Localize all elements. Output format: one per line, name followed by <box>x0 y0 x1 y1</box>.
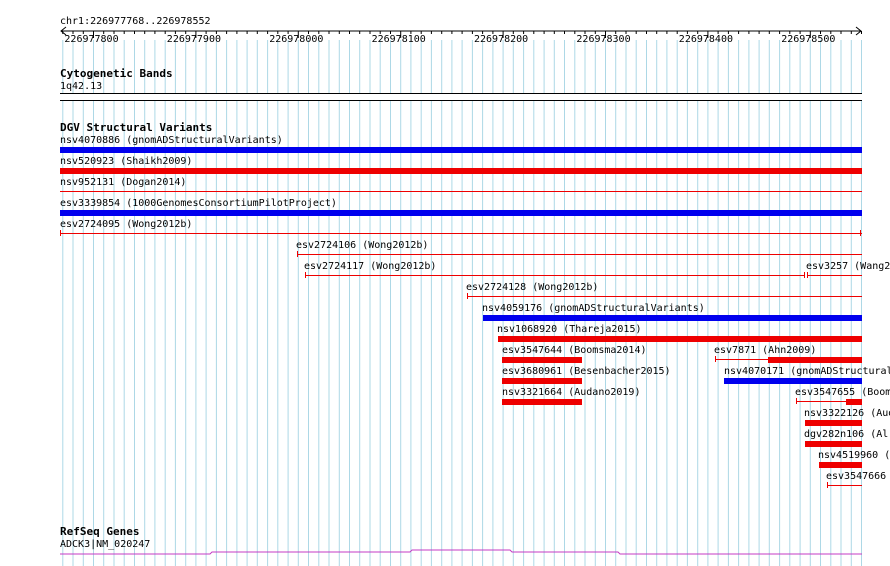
dgv-feature-bar[interactable] <box>60 233 862 234</box>
dgv-feature-endcap <box>827 482 828 488</box>
dgv-feature-label: nsv4519960 ( <box>818 450 890 461</box>
grid-lines <box>62 40 862 566</box>
dgv-feature-label: esv3680961 (Besenbacher2015) <box>502 366 671 377</box>
dgv-feature-bar-thick[interactable] <box>768 357 862 363</box>
dgv-feature-label: nsv520923 (Shaikh2009) <box>60 156 193 167</box>
dgv-feature-label: esv2724128 (Wong2012b) <box>466 282 599 293</box>
dgv-feature-endcap <box>715 356 716 362</box>
ruler-tick-label: 226978500 <box>781 34 836 45</box>
dgv-feature-label: esv3547644 (Boomsma2014) <box>502 345 647 356</box>
dgv-feature-label: nsv1068920 (Thareja2015) <box>497 324 642 335</box>
dgv-feature-bar[interactable] <box>805 441 862 447</box>
dgv-feature-bar[interactable] <box>502 357 582 363</box>
dgv-feature-bar[interactable] <box>502 399 582 405</box>
dgv-feature-label: nsv3322126 (Aud <box>804 408 890 419</box>
dgv-feature-label: esv7871 (Ahn2009) <box>714 345 817 356</box>
dgv-feature-bar[interactable] <box>805 420 862 426</box>
refseq-track-title: RefSeq Genes <box>60 525 140 538</box>
dgv-feature-label: esv3257 (Wang2 <box>806 261 890 272</box>
dgv-feature-label: nsv3321664 (Audano2019) <box>502 387 641 398</box>
ruler-tick-label: 226978300 <box>576 34 631 45</box>
dgv-feature-label: nsv4059176 (gnomADStructuralVariants) <box>482 303 705 314</box>
dgv-feature-label: nsv4070886 (gnomADStructuralVariants) <box>60 135 283 146</box>
dgv-feature-bar[interactable] <box>807 275 862 276</box>
ruler-tick-label: 226978400 <box>678 34 733 45</box>
refseq-gene-model[interactable] <box>0 546 890 558</box>
dgv-feature-bar[interactable] <box>502 378 582 384</box>
dgv-feature-bar[interactable] <box>60 210 862 216</box>
dgv-feature-bar[interactable] <box>827 485 862 486</box>
dgv-feature-endcap <box>305 272 306 278</box>
ruler-tick-label: 226978000 <box>269 34 324 45</box>
dgv-feature-label: nsv4070171 (gnomADStructural <box>724 366 890 377</box>
dgv-feature-label: esv2724106 (Wong2012b) <box>296 240 429 251</box>
dgv-feature-bar[interactable] <box>305 275 805 276</box>
dgv-feature-endcap <box>804 272 805 278</box>
dgv-feature-endcap <box>860 230 861 236</box>
dgv-feature-bar[interactable] <box>297 254 862 255</box>
dgv-feature-bar[interactable] <box>60 191 862 192</box>
dgv-track-title: DGV Structural Variants <box>60 121 213 134</box>
ruler-tick-label: 226978200 <box>474 34 529 45</box>
dgv-feature-endcap <box>297 251 298 257</box>
dgv-feature-label: esv2724095 (Wong2012b) <box>60 219 193 230</box>
dgv-feature-bar[interactable] <box>724 378 862 384</box>
dgv-feature-bar[interactable] <box>467 296 862 297</box>
cytoband-label: 1q42.13 <box>60 81 103 92</box>
ruler-tick-label: 226977900 <box>166 34 221 45</box>
dgv-feature-endcap <box>796 398 797 404</box>
dgv-feature-bar[interactable] <box>819 462 862 468</box>
dgv-feature-label: esv3547655 (Boom <box>795 387 890 398</box>
dgv-feature-label: esv3339854 (1000GenomesConsortiumPilotPr… <box>60 198 337 209</box>
cytoband-bar[interactable] <box>60 93 862 101</box>
cytoband-track-title: Cytogenetic Bands <box>60 67 173 80</box>
dgv-feature-bar-thick[interactable] <box>846 399 862 405</box>
dgv-feature-endcap <box>467 293 468 299</box>
dgv-feature-label: esv2724117 (Wong2012b) <box>304 261 437 272</box>
dgv-feature-label: esv3547666 <box>826 471 887 482</box>
dgv-feature-endcap <box>60 230 61 236</box>
ruler-tick-label: 226977800 <box>64 34 119 45</box>
dgv-feature-label: nsv952131 (Dogan2014) <box>60 177 187 188</box>
dgv-feature-endcap <box>807 272 808 278</box>
dgv-feature-label: dgv282n106 (Al <box>804 429 889 440</box>
dgv-feature-bar[interactable] <box>498 336 862 342</box>
ruler-axis[interactable] <box>0 24 890 46</box>
dgv-feature-bar[interactable] <box>483 315 862 321</box>
dgv-feature-bar[interactable] <box>60 147 862 153</box>
ruler-tick-label: 226978100 <box>371 34 426 45</box>
refseq-gene-line <box>60 549 862 555</box>
dgv-feature-bar[interactable] <box>60 168 862 174</box>
